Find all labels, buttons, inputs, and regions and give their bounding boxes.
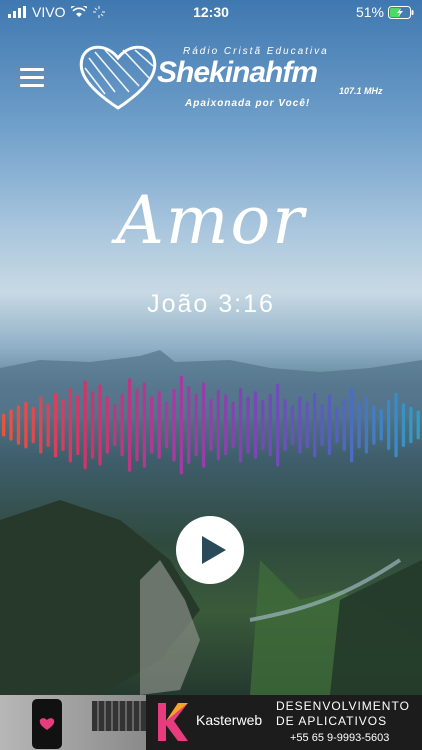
waveform-bar <box>61 399 65 451</box>
waveform-bar <box>394 392 398 458</box>
menu-line <box>20 84 44 87</box>
waveform-bar <box>261 400 265 450</box>
waveform-bar <box>83 380 87 470</box>
waveform-bar <box>98 384 102 466</box>
waveform-bar <box>53 392 58 458</box>
waveform-bar <box>290 405 295 445</box>
waveform-bar <box>201 382 206 468</box>
waveform-bar <box>135 388 139 462</box>
waveform-bar <box>320 404 324 446</box>
waveform-bar <box>246 396 250 454</box>
ad-headline-1: DESENVOLVIMENTO <box>276 699 410 713</box>
waveform-bar <box>31 406 35 444</box>
waveform-bar <box>187 386 191 464</box>
heart-icon <box>79 45 157 110</box>
ad-brand: Kasterweb <box>196 712 263 728</box>
waveform-bar <box>120 393 124 457</box>
waveform-bar <box>90 391 95 459</box>
logo-frequency: 107.1 MHz <box>339 86 383 96</box>
ad-photo <box>0 695 146 750</box>
waveform-bar <box>216 389 220 461</box>
bible-verse: João 3:16 <box>147 290 275 318</box>
waveform-bar <box>39 396 43 454</box>
waveform-bar <box>16 405 21 445</box>
waveform-bar <box>298 396 302 454</box>
status-bar: VIVO 12:30 51% <box>0 0 422 24</box>
waveform-bar <box>342 399 346 451</box>
ad-banner[interactable]: Kasterweb DESENVOLVIMENTO DE APLICATIVOS… <box>0 695 422 750</box>
logo-name: Shekinahfm <box>157 56 318 89</box>
waveform-bar <box>401 403 406 447</box>
waveform-bar <box>372 405 376 445</box>
waveform-bar <box>231 401 235 449</box>
waveform-bar <box>46 403 50 447</box>
waveform-bar <box>335 406 339 444</box>
waveform-bar <box>172 388 176 462</box>
waveform-bar <box>157 391 161 459</box>
ad-phone-number: +55 65 9-9993-5603 <box>290 732 390 744</box>
waveform-bar <box>305 401 309 449</box>
waveform-bar <box>113 404 117 446</box>
ad-phone-image <box>32 699 62 749</box>
waveform-bar <box>387 400 391 450</box>
waveform-bar <box>327 394 332 456</box>
status-right: 51% <box>356 4 414 20</box>
program-title: Amor <box>116 182 306 259</box>
station-logo: Rádio Cristã Educativa Shekinahfm 107.1 … <box>75 42 415 117</box>
kasterweb-logo-icon <box>158 703 188 741</box>
waveform-bar <box>238 387 243 463</box>
waveform-bar <box>9 409 13 441</box>
play-button[interactable] <box>176 516 244 584</box>
waveform-bar <box>2 413 6 437</box>
audio-waveform <box>2 375 420 475</box>
heart-icon <box>39 718 55 730</box>
waveform-bar <box>127 378 132 472</box>
ad-keyboard-image <box>92 701 146 731</box>
waveform-bar <box>164 401 169 449</box>
waveform-bar <box>313 392 317 458</box>
waveform-bar <box>24 401 28 449</box>
menu-line <box>20 76 44 79</box>
waveform-bar <box>194 393 198 457</box>
waveform-bar <box>76 394 80 456</box>
waveform-bar <box>209 399 213 451</box>
waveform-bar <box>357 401 361 449</box>
waveform-bar <box>379 409 383 441</box>
waveform-bar <box>68 387 72 463</box>
waveform-bar <box>283 399 287 451</box>
ad-headline-2: DE APLICATIVOS <box>276 714 388 728</box>
waveform-bar <box>268 393 272 457</box>
waveform-bar <box>350 387 354 463</box>
menu-line <box>20 68 44 71</box>
logo-slogan: Apaixonada por Você! <box>185 98 311 109</box>
waveform-bar <box>224 394 228 456</box>
waveform-bar <box>179 375 183 475</box>
waveform-bar <box>364 396 369 454</box>
waveform-bar <box>253 391 258 459</box>
waveform-bar <box>276 383 280 467</box>
battery-icon <box>388 5 414 19</box>
waveform-bar <box>150 396 154 454</box>
waveform-bar <box>409 406 413 444</box>
battery-percent: 51% <box>355 4 384 20</box>
waveform-bar <box>105 396 109 454</box>
waveform-bar <box>142 382 146 468</box>
waveform-bar <box>416 410 420 440</box>
menu-button[interactable] <box>20 68 44 88</box>
play-icon <box>202 536 226 564</box>
